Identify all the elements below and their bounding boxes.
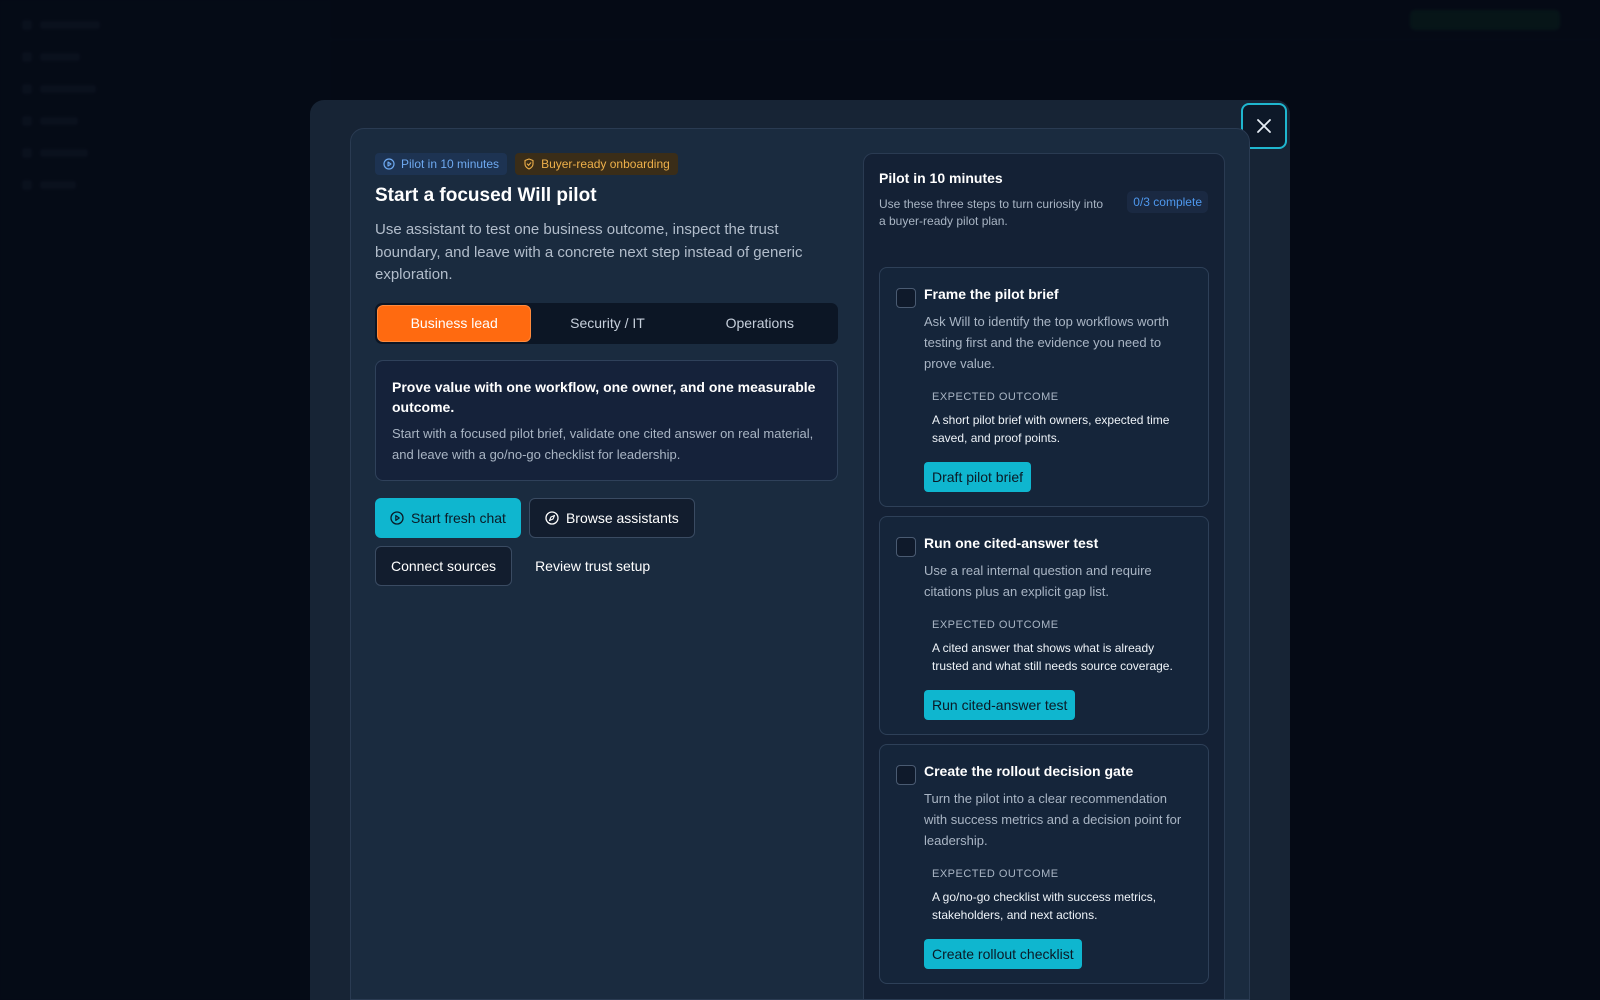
step-description: Turn the pilot into a clear recommendati… [924, 791, 1182, 848]
step-description: Ask Will to identify the top workflows w… [924, 314, 1169, 371]
badge-row: Pilot in 10 minutes Buyer-ready onboardi… [375, 153, 838, 175]
play-circle-icon [390, 510, 404, 525]
step-checkbox[interactable] [896, 288, 916, 308]
start-fresh-chat-label: Start fresh chat [411, 509, 506, 526]
checklist-step: Frame the pilot brief Ask Will to identi… [879, 267, 1209, 507]
step-title: Frame the pilot brief [924, 286, 1059, 302]
role-card-title: Prove value with one workflow, one owner… [392, 378, 816, 415]
expected-outcome-label: EXPECTED OUTCOME [932, 619, 1059, 631]
secondary-actions: Connect sources Review trust setup [375, 545, 838, 586]
role-selector: Business lead Security / IT Operations [375, 302, 838, 344]
compass-icon [545, 510, 559, 525]
checklist-header: Pilot in 10 minutes Use these three step… [864, 154, 1224, 267]
role-card-body: Start with a focused pilot brief, valida… [392, 425, 814, 462]
step-description: Use a real internal question and require… [924, 563, 1152, 599]
step-checkbox[interactable] [896, 537, 916, 557]
step-checkbox[interactable] [896, 765, 916, 785]
role-tab-business-lead[interactable]: Business lead [377, 304, 532, 342]
onboarding-badge: Buyer-ready onboarding [515, 153, 678, 175]
checklist-step: Create the rollout decision gate Turn th… [879, 744, 1209, 984]
action-buttons: Start fresh chat Browse assistants Conne… [375, 497, 838, 586]
pilot-checklist: Pilot in 10 minutes Use these three step… [863, 153, 1225, 1000]
onboarding-badge-label: Buyer-ready onboarding [541, 157, 670, 171]
role-tab-security-it[interactable]: Security / IT [531, 305, 683, 342]
step-title: Create the rollout decision gate [924, 763, 1134, 779]
checklist-steps: Frame the pilot brief Ask Will to identi… [864, 267, 1224, 984]
run-cited-answer-test-button[interactable]: Run cited-answer test [924, 690, 1076, 720]
play-circle-icon [383, 158, 395, 170]
close-icon [1257, 119, 1271, 133]
expected-outcome-text: A go/no-go checklist with success metric… [932, 890, 1157, 922]
pilot-intro: Pilot in 10 minutes Buyer-ready onboardi… [375, 153, 838, 586]
browse-assistants-button[interactable]: Browse assistants [528, 497, 695, 538]
draft-pilot-brief-button[interactable]: Draft pilot brief [924, 462, 1032, 492]
checklist-subtitle: Use these three steps to turn curiosity … [879, 197, 1104, 228]
browse-assistants-label: Browse assistants [565, 509, 679, 526]
modal-description: Use assistant to test one business outco… [375, 221, 803, 283]
shield-check-icon [524, 158, 534, 170]
expected-outcome-label: EXPECTED OUTCOME [932, 868, 1059, 880]
review-trust-setup-button[interactable]: Review trust setup [520, 546, 665, 586]
create-rollout-checklist-button[interactable]: Create rollout checklist [924, 939, 1082, 969]
checklist-step: Run one cited-answer test Use a real int… [879, 516, 1209, 735]
pilot-badge-label: Pilot in 10 minutes [401, 157, 500, 171]
modal-title: Start a focused Will pilot [375, 185, 597, 206]
expected-outcome-label: EXPECTED OUTCOME [932, 391, 1059, 403]
checklist-title: Pilot in 10 minutes [879, 170, 1003, 186]
pilot-badge: Pilot in 10 minutes [375, 153, 508, 175]
start-fresh-chat-button[interactable]: Start fresh chat [375, 497, 521, 538]
role-tab-operations[interactable]: Operations [684, 305, 836, 342]
progress-badge: 0/3 complete [1127, 191, 1208, 213]
step-title: Run one cited-answer test [924, 535, 1099, 551]
connect-sources-button[interactable]: Connect sources [375, 545, 513, 586]
expected-outcome-text: A short pilot brief with owners, expecte… [932, 413, 1170, 445]
role-card: Prove value with one workflow, one owner… [375, 359, 838, 481]
expected-outcome-text: A cited answer that shows what is alread… [932, 641, 1173, 673]
